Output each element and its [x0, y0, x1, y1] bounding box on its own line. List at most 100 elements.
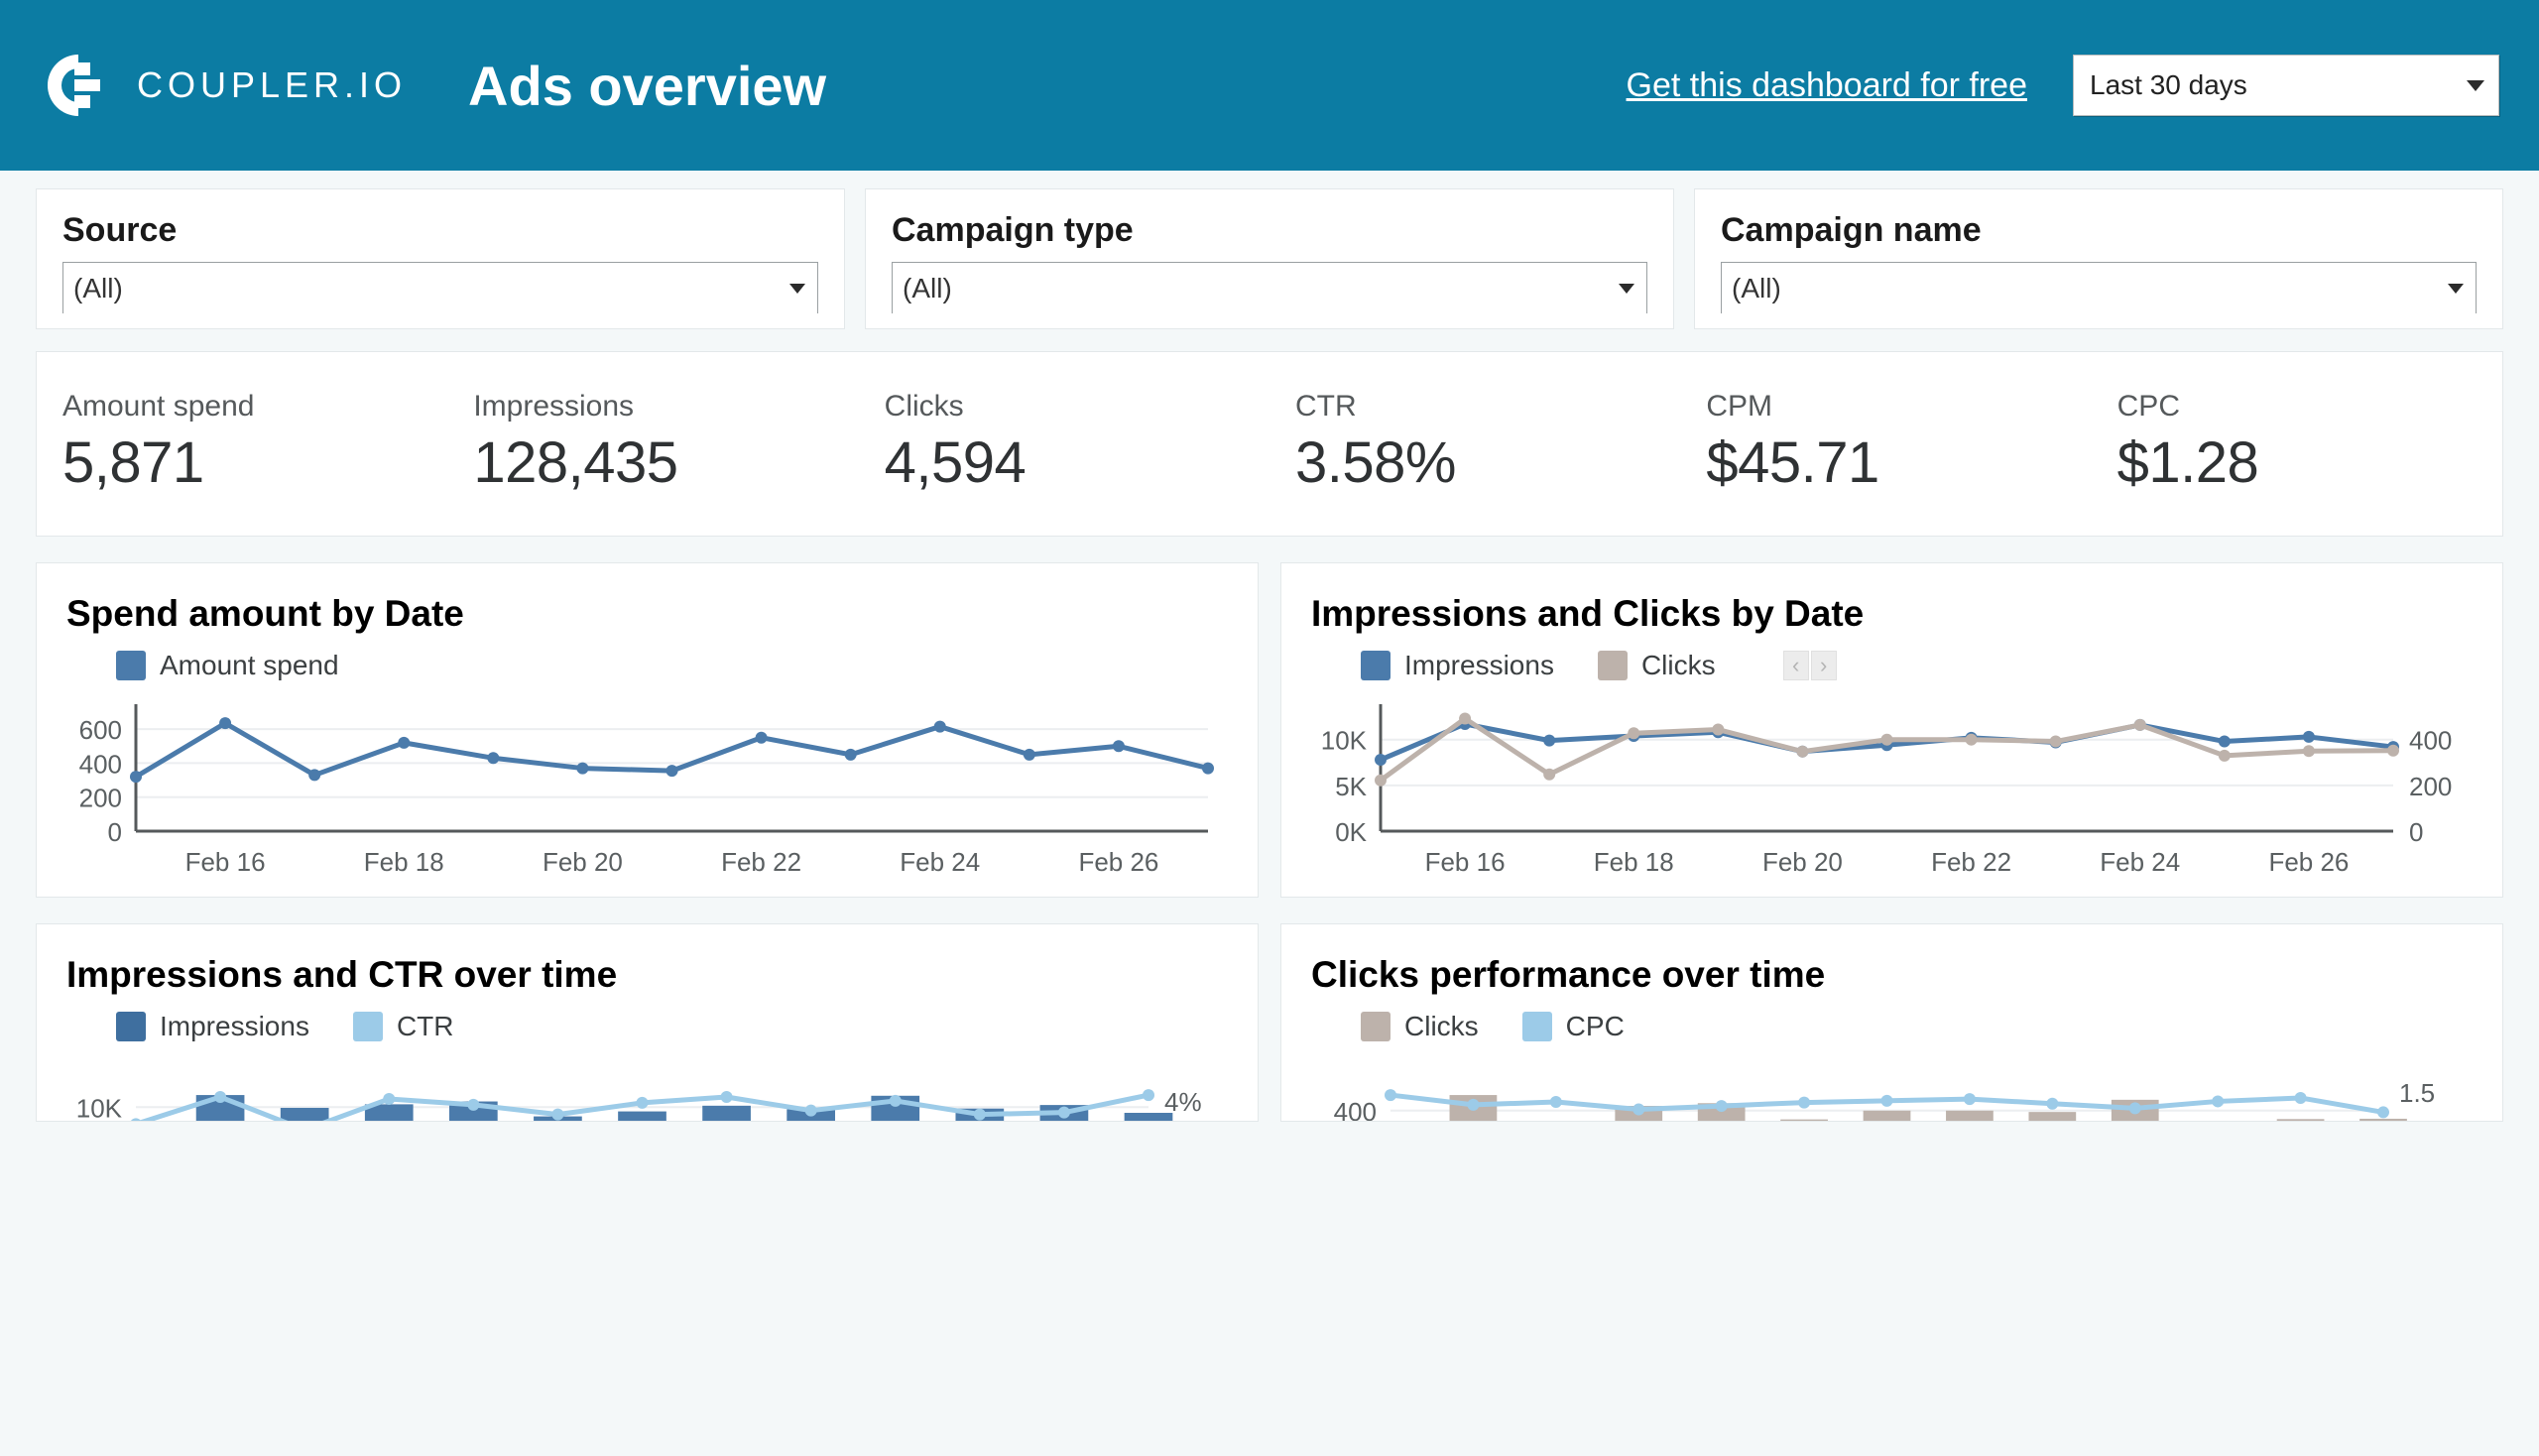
coupler-logo-icon: [42, 49, 115, 122]
kpi-cpm: CPM $45.71: [1680, 390, 2091, 496]
legend-swatch: [116, 1012, 146, 1041]
filter-source-select[interactable]: (All): [62, 262, 818, 313]
legend-swatch: [1361, 651, 1390, 680]
kpi-label: CPC: [2117, 390, 2502, 424]
legend-item-clicks[interactable]: Clicks: [1598, 650, 1716, 681]
kpi-amount-spend: Amount spend 5,871: [37, 390, 447, 496]
chart-legend: Impressions CTR: [116, 1010, 1228, 1043]
svg-text:Feb 16: Feb 16: [1425, 847, 1506, 877]
svg-text:Feb 22: Feb 22: [1931, 847, 2011, 877]
filter-row: Source (All) Campaign type (All) Campaig…: [36, 188, 2503, 329]
kpi-value: 4,594: [885, 429, 1270, 496]
page-title: Ads overview: [468, 54, 826, 118]
svg-text:Feb 18: Feb 18: [1594, 847, 1674, 877]
chart-impressions-and-ctr-over-time: Impressions and CTR over time Impression…: [36, 923, 1259, 1122]
filter-campaign-type-select[interactable]: (All): [892, 262, 1647, 313]
chart-title: Impressions and Clicks by Date: [1311, 593, 2473, 635]
get-dashboard-link[interactable]: Get this dashboard for free: [1627, 66, 2027, 105]
svg-text:Feb 22: Feb 22: [721, 847, 801, 877]
dashboard-body: Source (All) Campaign type (All) Campaig…: [0, 171, 2539, 1122]
svg-text:200: 200: [2409, 772, 2452, 801]
chart-plot-area: 0 200 400 600 Feb 16 Feb 18 Feb 20 Feb 22 Feb 24…: [66, 698, 1228, 877]
chevron-down-icon: [1619, 284, 1634, 294]
svg-text:Feb 18: Feb 18: [364, 847, 444, 877]
svg-text:Feb 16: Feb 16: [185, 847, 266, 877]
legend-label: Amount spend: [160, 650, 339, 681]
svg-text:Feb 26: Feb 26: [1078, 847, 1158, 877]
chevron-down-icon: [2448, 284, 2464, 294]
brand: COUPLER.IO: [42, 49, 407, 122]
chart-plot-area: 0K5K10K0200400Feb 16Feb 18Feb 20Feb 22Fe…: [1311, 698, 2473, 877]
kpi-value: $1.28: [2117, 429, 2502, 496]
kpi-value: 5,871: [62, 429, 447, 496]
filter-campaign-name-label: Campaign name: [1721, 211, 2477, 250]
legend-label: Clicks: [1641, 650, 1716, 681]
svg-text:600: 600: [79, 715, 122, 745]
svg-text:0K: 0K: [1335, 817, 1367, 847]
svg-text:400: 400: [1334, 1097, 1377, 1122]
kpi-value: 128,435: [473, 429, 858, 496]
legend-item-ctr[interactable]: CTR: [353, 1011, 454, 1042]
legend-prev-button[interactable]: ‹: [1783, 651, 1809, 680]
legend-label: CTR: [397, 1011, 454, 1042]
chart-clicks-performance-over-time: Clicks performance over time Clicks CPC …: [1280, 923, 2503, 1122]
svg-text:200: 200: [79, 784, 122, 813]
kpi-cpc: CPC $1.28: [2092, 390, 2502, 496]
legend-item-cpc[interactable]: CPC: [1522, 1011, 1625, 1042]
svg-text:0: 0: [2409, 817, 2423, 847]
chart-title: Spend amount by Date: [66, 593, 1228, 635]
filter-campaign-type-value: (All): [903, 273, 1619, 304]
kpi-value: $45.71: [1706, 429, 2091, 496]
legend-label: Impressions: [1404, 650, 1554, 681]
filter-campaign-name-value: (All): [1732, 273, 2448, 304]
chart-row-bottom: Impressions and CTR over time Impression…: [36, 923, 2503, 1122]
chart-impressions-and-clicks-by-date: Impressions and Clicks by Date Impressio…: [1280, 562, 2503, 898]
svg-text:10K: 10K: [76, 1093, 123, 1122]
filter-source-value: (All): [73, 273, 789, 304]
legend-swatch: [353, 1012, 383, 1041]
kpi-label: Clicks: [885, 390, 1270, 424]
legend-item-clicks[interactable]: Clicks: [1361, 1011, 1479, 1042]
legend-item-impressions[interactable]: Impressions: [116, 1011, 309, 1042]
filter-campaign-type: Campaign type (All): [865, 188, 1674, 329]
chart-spend-amount-by-date: Spend amount by Date Amount spend 0 200 40…: [36, 562, 1259, 898]
kpi-label: CPM: [1706, 390, 2091, 424]
legend-label: CPC: [1566, 1011, 1625, 1042]
kpi-value: 3.58%: [1295, 429, 1680, 496]
kpi-label: Impressions: [473, 390, 858, 424]
filter-campaign-type-label: Campaign type: [892, 211, 1647, 250]
date-range-value: Last 30 days: [2090, 69, 2467, 101]
legend-item-amount-spend[interactable]: Amount spend: [116, 650, 339, 681]
chart-row-top: Spend amount by Date Amount spend 0 200 40…: [36, 562, 2503, 898]
svg-text:0: 0: [108, 817, 122, 847]
svg-text:10K: 10K: [1321, 726, 1368, 756]
filter-source-label: Source: [62, 211, 818, 250]
kpi-ctr: CTR 3.58%: [1270, 390, 1680, 496]
legend-item-impressions[interactable]: Impressions: [1361, 650, 1554, 681]
chart-title: Impressions and CTR over time: [66, 954, 1228, 996]
chart-title: Clicks performance over time: [1311, 954, 2473, 996]
svg-text:400: 400: [2409, 726, 2452, 756]
svg-text:Feb 24: Feb 24: [900, 847, 980, 877]
chart-legend: Amount spend: [116, 649, 1228, 682]
legend-swatch: [1522, 1012, 1552, 1041]
filter-campaign-name-select[interactable]: (All): [1721, 262, 2477, 313]
header-actions: Get this dashboard for free Last 30 days: [1627, 55, 2499, 116]
kpi-strip: Amount spend 5,871 Impressions 128,435 C…: [36, 351, 2503, 537]
chevron-down-icon: [2467, 80, 2484, 91]
legend-next-button[interactable]: ›: [1811, 651, 1837, 680]
filter-source: Source (All): [36, 188, 845, 329]
svg-text:Feb 26: Feb 26: [2268, 847, 2349, 877]
legend-swatch: [1361, 1012, 1390, 1041]
legend-label: Clicks: [1404, 1011, 1479, 1042]
svg-text:400: 400: [79, 749, 122, 779]
chart-plot-area: 10K 4%: [66, 1059, 1228, 1122]
kpi-clicks: Clicks 4,594: [859, 390, 1270, 496]
svg-text:Feb 20: Feb 20: [543, 847, 623, 877]
svg-text:4%: 4%: [1164, 1087, 1202, 1117]
date-range-select[interactable]: Last 30 days: [2073, 55, 2499, 116]
svg-text:1.5: 1.5: [2399, 1078, 2435, 1108]
app-header: COUPLER.IO Ads overview Get this dashboa…: [0, 0, 2539, 171]
legend-pagination: ‹ ›: [1783, 651, 1837, 680]
svg-text:Feb 24: Feb 24: [2100, 847, 2180, 877]
